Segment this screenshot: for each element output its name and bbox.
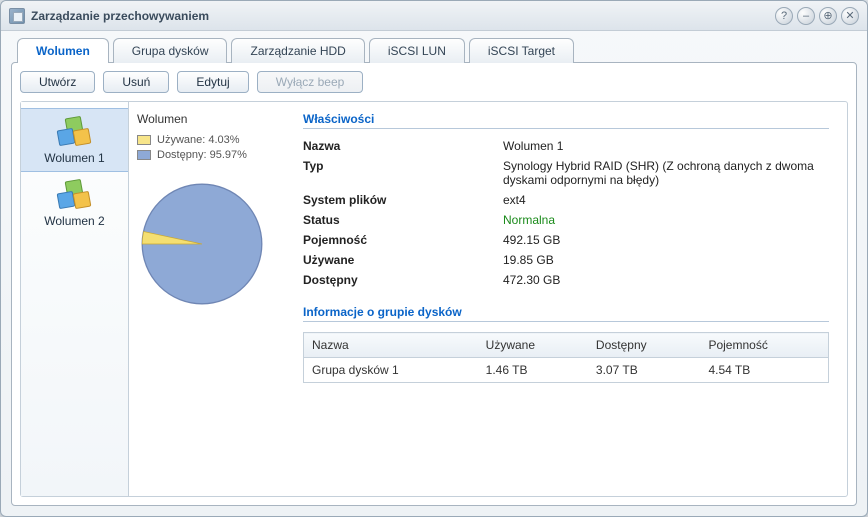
volume-icon	[56, 180, 94, 210]
cell-name: Grupa dysków 1	[304, 358, 478, 383]
prop-used-key: Używane	[303, 253, 503, 267]
edit-button[interactable]: Edytuj	[177, 71, 248, 93]
volume-icon	[56, 117, 94, 147]
prop-used-value: 19.85 GB	[503, 253, 829, 267]
legend-available-label: Dostępny: 95.97%	[157, 149, 247, 161]
volume-summary: Wolumen Używane: 4.03% Dostępny: 95.97%	[129, 102, 299, 496]
minimize-icon[interactable]: –	[797, 7, 815, 25]
summary-title: Wolumen	[137, 112, 291, 126]
details-pane: Właściwości Nazwa Wolumen 1 Typ Synology…	[299, 102, 847, 496]
sidebar-item-volume-1[interactable]: Wolumen 1	[21, 108, 128, 172]
content-area: Wolumen 1 Wolumen 2 Wolumen Uż	[20, 101, 848, 497]
tabs: Wolumen Grupa dysków Zarządzanie HDD iSC…	[11, 37, 857, 62]
cell-used: 1.46 TB	[478, 358, 588, 383]
tab-iscsi-lun[interactable]: iSCSI LUN	[369, 38, 465, 63]
create-button[interactable]: Utwórz	[20, 71, 95, 93]
prop-filesystem-value: ext4	[503, 193, 829, 207]
prop-status-value: Normalna	[503, 213, 829, 227]
maximize-icon[interactable]: ⊕	[819, 7, 837, 25]
prop-name-value: Wolumen 1	[503, 139, 829, 153]
app-icon	[9, 8, 25, 24]
table-header-row: Nazwa Używane Dostępny Pojemność	[304, 333, 829, 358]
storage-manager-window: Zarządzanie przechowywaniem ? – ⊕ ✕ Wolu…	[0, 0, 868, 517]
diskgroup-table: Nazwa Używane Dostępny Pojemność Grupa d…	[303, 332, 829, 383]
prop-available-key: Dostępny	[303, 273, 503, 287]
help-icon[interactable]: ?	[775, 7, 793, 25]
prop-capacity-value: 492.15 GB	[503, 233, 829, 247]
col-capacity[interactable]: Pojemność	[700, 333, 828, 358]
diskgroup-section-title: Informacje o grupie dysków	[303, 305, 829, 322]
tab-iscsi-target[interactable]: iSCSI Target	[469, 38, 574, 63]
cell-capacity: 4.54 TB	[700, 358, 828, 383]
prop-available-value: 472.30 GB	[503, 273, 829, 287]
table-row[interactable]: Grupa dysków 1 1.46 TB 3.07 TB 4.54 TB	[304, 358, 829, 383]
volume-sidebar: Wolumen 1 Wolumen 2	[21, 102, 129, 496]
sidebar-item-label: Wolumen 1	[25, 151, 124, 165]
window-title: Zarządzanie przechowywaniem	[31, 9, 771, 23]
legend-used: Używane: 4.03%	[137, 134, 291, 146]
properties-section-title: Właściwości	[303, 112, 829, 129]
col-name[interactable]: Nazwa	[304, 333, 478, 358]
main-area: Wolumen Używane: 4.03% Dostępny: 95.97%	[129, 102, 847, 496]
sidebar-item-volume-2[interactable]: Wolumen 2	[21, 172, 128, 234]
close-icon[interactable]: ✕	[841, 7, 859, 25]
tab-panel: Utwórz Usuń Edytuj Wyłącz beep Wolumen 1	[11, 62, 857, 506]
col-available[interactable]: Dostępny	[588, 333, 701, 358]
prop-type-value: Synology Hybrid RAID (SHR) (Z ochroną da…	[503, 159, 829, 187]
prop-capacity-key: Pojemność	[303, 233, 503, 247]
tab-volume[interactable]: Wolumen	[17, 38, 109, 63]
titlebar: Zarządzanie przechowywaniem ? – ⊕ ✕	[1, 1, 867, 31]
cell-available: 3.07 TB	[588, 358, 701, 383]
tab-disk-group[interactable]: Grupa dysków	[113, 38, 228, 63]
window-body: Wolumen Grupa dysków Zarządzanie HDD iSC…	[1, 31, 867, 516]
usage-pie-chart	[137, 179, 267, 309]
legend-available: Dostępny: 95.97%	[137, 149, 291, 161]
swatch-used-icon	[137, 135, 151, 145]
prop-type-key: Typ	[303, 159, 503, 187]
remove-button[interactable]: Usuń	[103, 71, 169, 93]
beep-off-button: Wyłącz beep	[257, 71, 364, 93]
prop-status-key: Status	[303, 213, 503, 227]
toolbar: Utwórz Usuń Edytuj Wyłącz beep	[20, 71, 848, 93]
swatch-available-icon	[137, 150, 151, 160]
col-used[interactable]: Używane	[478, 333, 588, 358]
prop-name-key: Nazwa	[303, 139, 503, 153]
properties-grid: Nazwa Wolumen 1 Typ Synology Hybrid RAID…	[303, 139, 829, 287]
tab-hdd-management[interactable]: Zarządzanie HDD	[231, 38, 364, 63]
legend-used-label: Używane: 4.03%	[157, 134, 240, 146]
sidebar-item-label: Wolumen 2	[25, 214, 124, 228]
prop-filesystem-key: System plików	[303, 193, 503, 207]
